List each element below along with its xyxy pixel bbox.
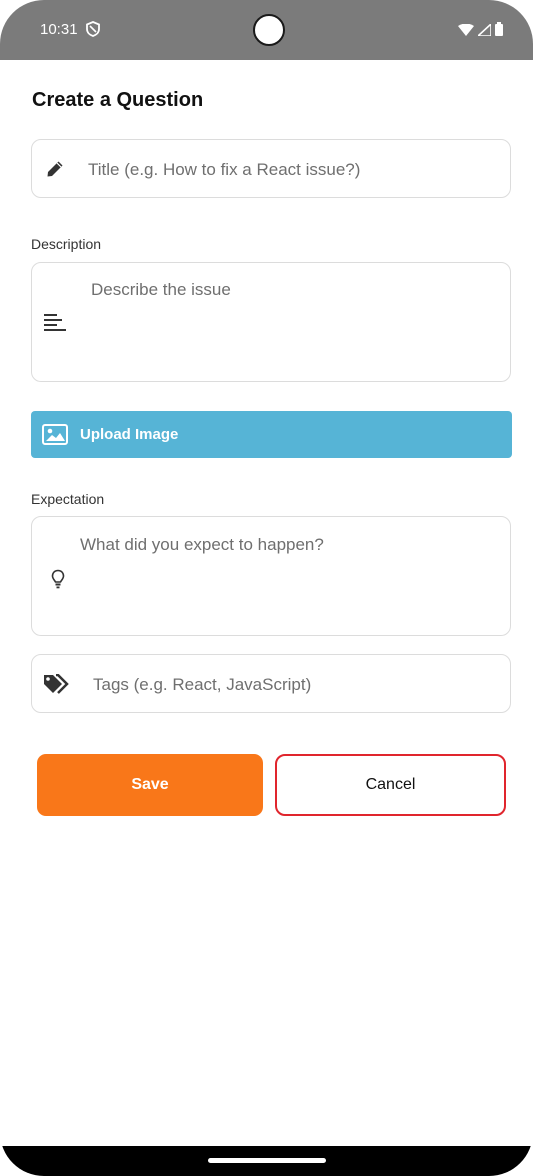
tags-placeholder: Tags (e.g. React, JavaScript) <box>93 675 312 694</box>
wifi-icon <box>458 23 474 41</box>
battery-icon <box>495 22 503 41</box>
cancel-button-label: Cancel <box>365 776 416 793</box>
lightbulb-icon <box>51 569 65 594</box>
status-time: 10:31 <box>40 21 78 38</box>
signal-icon <box>475 21 492 41</box>
title-placeholder: Title (e.g. How to fix a React issue?) <box>88 160 361 179</box>
navigation-bar <box>0 1146 533 1176</box>
phone-screen: 10:31 Create a Question Title (e.g. How … <box>0 0 533 1176</box>
camera-cutout <box>253 14 285 46</box>
save-button-label: Save <box>131 776 169 793</box>
description-label: Description <box>31 236 102 252</box>
image-icon <box>42 424 68 450</box>
home-handle[interactable] <box>208 1158 326 1163</box>
title-input[interactable]: Title (e.g. How to fix a React issue?) <box>31 139 511 198</box>
pencil-icon <box>46 160 64 183</box>
tags-input[interactable]: Tags (e.g. React, JavaScript) <box>31 654 511 713</box>
tags-icon <box>43 673 71 699</box>
expectation-input[interactable]: What did you expect to happen? <box>31 516 511 636</box>
shield-icon <box>86 21 100 42</box>
upload-image-button[interactable]: Upload Image <box>31 411 512 458</box>
expectation-label: Expectation <box>31 491 105 507</box>
description-placeholder: Describe the issue <box>91 280 231 299</box>
upload-image-label: Upload Image <box>80 426 179 443</box>
description-input[interactable]: Describe the issue <box>31 262 511 382</box>
save-button[interactable]: Save <box>37 754 263 816</box>
cancel-button[interactable]: Cancel <box>275 754 506 816</box>
page-title: Create a Question <box>32 89 204 111</box>
status-bar: 10:31 <box>0 0 533 60</box>
align-left-icon <box>44 313 66 336</box>
system-icons <box>458 21 503 41</box>
expectation-placeholder: What did you expect to happen? <box>80 535 324 554</box>
